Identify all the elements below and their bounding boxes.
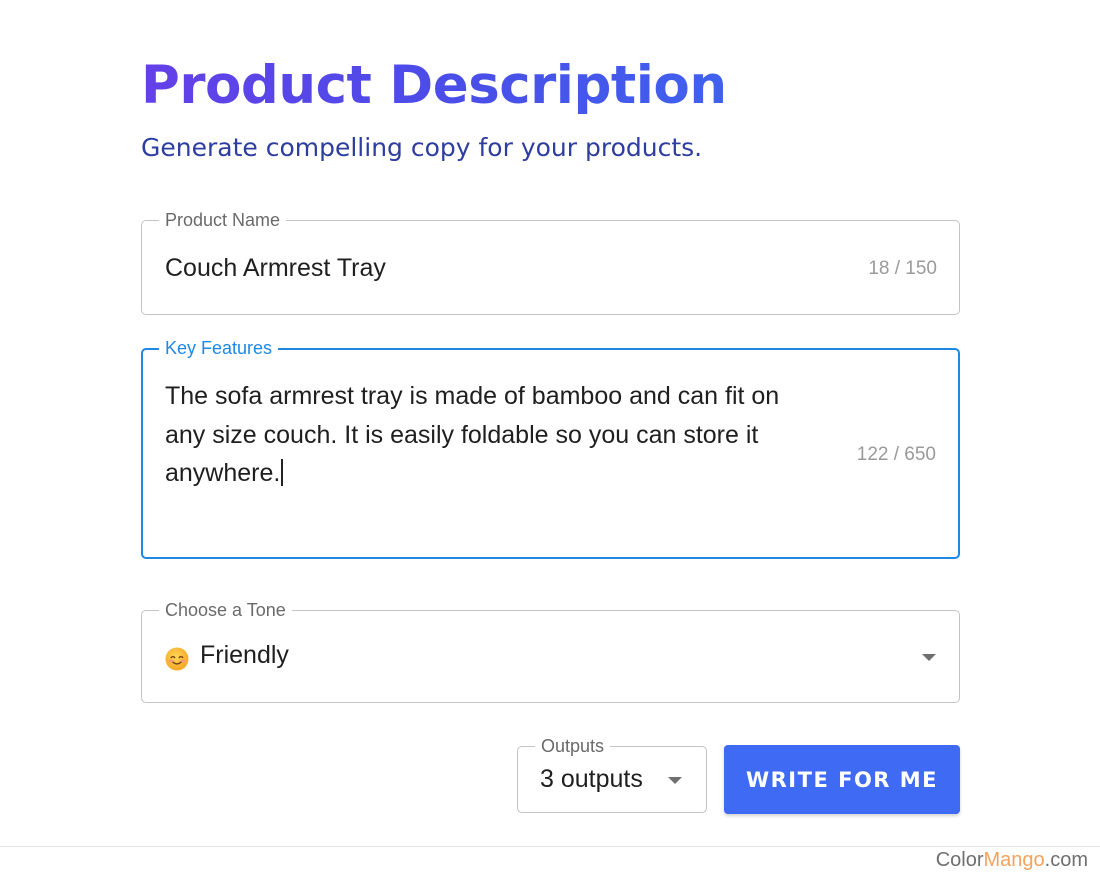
watermark-part-domain: .com xyxy=(1044,849,1088,871)
key-features-textarea[interactable]: The sofa armrest tray is made of bamboo … xyxy=(165,377,825,493)
tone-select[interactable]: Choose a Tone Friendly xyxy=(141,600,960,703)
tone-label: Choose a Tone xyxy=(159,600,292,620)
footer-divider xyxy=(0,846,1100,847)
key-features-counter: 122 / 650 xyxy=(856,444,936,465)
watermark-part-mango: Mango xyxy=(983,849,1045,871)
chevron-down-icon xyxy=(922,654,936,661)
smiling-face-icon xyxy=(165,647,189,671)
outputs-selected-value: 3 outputs xyxy=(540,765,643,793)
page-subtitle: Generate compelling copy for your produc… xyxy=(141,133,703,162)
watermark-part-color: Color xyxy=(935,849,984,871)
chevron-down-icon xyxy=(668,777,682,784)
watermark: ColorMango.com xyxy=(936,848,1088,872)
write-for-me-button[interactable]: WRITE FOR ME xyxy=(724,745,960,814)
text-cursor xyxy=(281,459,284,486)
tone-selected-value: Friendly xyxy=(200,641,289,669)
product-name-label: Product Name xyxy=(159,210,287,230)
key-features-text: The sofa armrest tray is made of bamboo … xyxy=(165,382,780,487)
outputs-select[interactable]: Outputs 3 outputs xyxy=(517,736,707,813)
page-title: Product Description xyxy=(141,50,727,122)
outputs-label: Outputs xyxy=(535,736,611,756)
key-features-label: Key Features xyxy=(159,338,279,358)
product-name-input[interactable]: Couch Armrest Tray xyxy=(165,254,386,283)
product-name-counter: 18 / 150 xyxy=(868,258,937,279)
page: Product Description Generate compelling … xyxy=(0,0,1100,880)
key-features-field[interactable]: Key Features The sofa armrest tray is ma… xyxy=(141,338,960,559)
product-name-field[interactable]: Product Name Couch Armrest Tray 18 / 150 xyxy=(141,210,960,315)
